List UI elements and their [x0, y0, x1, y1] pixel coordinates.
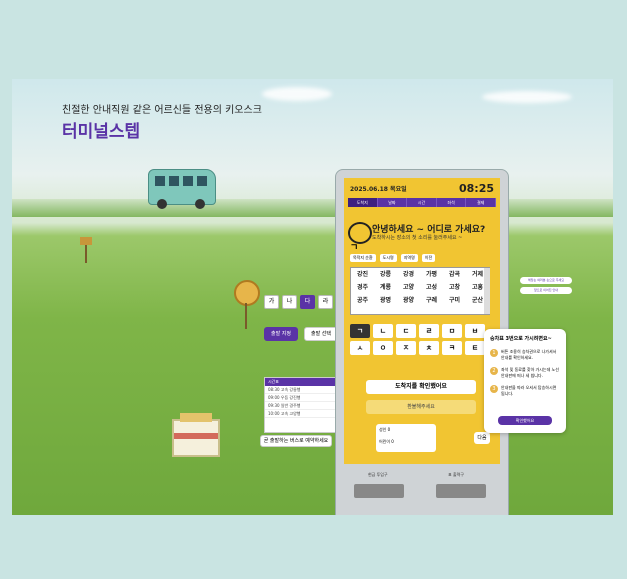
- key[interactable]: ㅈ: [396, 341, 416, 355]
- key[interactable]: ㄴ: [373, 324, 393, 338]
- ticket-booth-illustration: [172, 413, 220, 457]
- key[interactable]: ㄷ: [396, 324, 416, 338]
- status-bar: 2025.06.18 목요일 08:25: [344, 178, 500, 198]
- key-selected[interactable]: ㄱ: [350, 324, 370, 338]
- result-row: 공주 광명 광양 구례 구미 군산: [351, 294, 489, 307]
- brand-title: 터미널스텝: [62, 122, 141, 142]
- cash-slot-label: 현금 투입구: [368, 472, 388, 477]
- horizon: [12, 199, 613, 217]
- result-item[interactable]: 강릉: [380, 268, 391, 281]
- result-item[interactable]: 계룡: [380, 281, 391, 294]
- result-item[interactable]: 광명: [380, 294, 391, 307]
- cloud: [482, 91, 572, 103]
- clock: 08:25: [458, 181, 494, 195]
- result-list: 강진 강릉 강경 가평 감곡 거제 경주 계룡 고양 고성 고창 고흥 공주 광…: [350, 267, 490, 315]
- cloud: [262, 87, 332, 101]
- option[interactable]: 이전: [421, 254, 436, 262]
- result-item[interactable]: 강경: [403, 268, 414, 281]
- popup-confirm-button[interactable]: 확인했어요: [498, 416, 552, 425]
- result-item[interactable]: 공주: [357, 294, 368, 307]
- tip: 해당는 여러분 손으로 주세요: [520, 277, 572, 284]
- key[interactable]: ㅅ: [350, 341, 370, 355]
- chip[interactable]: 라: [318, 295, 333, 309]
- result-item[interactable]: 고흥: [472, 281, 483, 294]
- timetable-card: 시간표 08:30 고속 강릉행 09:00 우등 강진행 09:30 일반 경…: [264, 377, 336, 433]
- passenger-count: 성인 0 어린이 0: [376, 424, 436, 452]
- chip[interactable]: 가: [264, 295, 279, 309]
- key[interactable]: ㅌ: [465, 341, 485, 355]
- bus-stop-pole: [245, 303, 247, 329]
- table-row[interactable]: 09:30 일반 경주행: [265, 402, 335, 410]
- table-row[interactable]: 09:00 우등 강진행: [265, 394, 335, 402]
- chip[interactable]: 나: [282, 295, 297, 309]
- result-item[interactable]: 가평: [426, 268, 437, 281]
- result-item[interactable]: 구미: [449, 294, 460, 307]
- tab-date[interactable]: 날짜: [377, 198, 408, 207]
- guide-popup: 승차표 3번으로 가시려면요~ 1 버튼 조용히 승차권으로 나가셔서 안내를 확…: [484, 329, 566, 433]
- popup-title: 승차표 3번으로 가시려면요~: [490, 336, 552, 342]
- chip-selected[interactable]: 다: [300, 295, 315, 309]
- depart-set-button[interactable]: 출발 지정: [264, 327, 298, 341]
- cash-slot[interactable]: [354, 484, 404, 498]
- hero-scene: 친절한 안내직원 같은 어르신들 전용의 키오스크 터미널스텝 가 나 다 라 …: [12, 79, 613, 515]
- next-button[interactable]: 다음: [474, 432, 490, 444]
- result-row: 강진 강릉 강경 가평 감곡 거제: [351, 268, 489, 281]
- table-row[interactable]: 10:00 고속 고양행: [265, 410, 335, 418]
- signpost-board: [80, 237, 92, 245]
- option[interactable]: 목적지 순환: [350, 254, 376, 262]
- ticket-slot-label: 표 출력구: [448, 472, 464, 477]
- key[interactable]: ㅂ: [465, 324, 485, 338]
- key[interactable]: ㅇ: [373, 341, 393, 355]
- result-item[interactable]: 경주: [357, 281, 368, 294]
- date-label: 2025.06.18 목요일: [350, 185, 407, 193]
- ticket-slot[interactable]: [436, 484, 486, 498]
- key[interactable]: ㅊ: [419, 341, 439, 355]
- bus-stop-sign: [234, 280, 260, 306]
- result-item[interactable]: 고성: [426, 281, 437, 294]
- result-item[interactable]: 군산: [472, 294, 483, 307]
- key[interactable]: ㅁ: [442, 324, 462, 338]
- key[interactable]: ㅋ: [442, 341, 462, 355]
- button-row: 출발 지정 출발 선택: [264, 327, 338, 341]
- consonant-keypad: ㄱ ㄴ ㄷ ㄹ ㅁ ㅂ ㅅ ㅇ ㅈ ㅊ ㅋ ㅌ: [350, 324, 485, 355]
- popup-step: 3 안내판을 따라 오셔서 탑승하시면 됩니다.: [484, 382, 566, 400]
- result-item[interactable]: 광양: [403, 294, 414, 307]
- kiosk-screen: 2025.06.18 목요일 08:25 도착지 날짜 시간 좌석 결제 안녕하…: [344, 178, 500, 464]
- adult-count[interactable]: 성인 0: [376, 424, 436, 436]
- typed-character: ㄱ: [350, 243, 359, 253]
- confirm-destination-button[interactable]: 도착지를 확인했어요: [366, 380, 476, 394]
- kiosk: 2025.06.18 목요일 08:25 도착지 날짜 시간 좌석 결제 안녕하…: [335, 169, 509, 515]
- filter-options: 목적지 순환 도시명 지역명 이전: [350, 254, 436, 262]
- key[interactable]: ㄹ: [419, 324, 439, 338]
- bus-illustration: [148, 169, 216, 209]
- result-item[interactable]: 고양: [403, 281, 414, 294]
- scrollbar[interactable]: [484, 268, 490, 314]
- tab-time[interactable]: 시간: [407, 198, 437, 207]
- tab-payment[interactable]: 결제: [466, 198, 496, 207]
- popup-step: 1 버튼 조용히 승차권으로 나가셔서 안내를 확인하세요.: [484, 346, 566, 364]
- reserve-soon-button[interactable]: 곧 출발하는 버스로 예약하세요: [260, 435, 332, 447]
- tab-destination[interactable]: 도착지: [348, 198, 378, 207]
- step-tabs: 도착지 날짜 시간 좌석 결제: [348, 198, 496, 207]
- result-row: 경주 계룡 고양 고성 고창 고흥: [351, 281, 489, 294]
- result-item[interactable]: 고창: [449, 281, 460, 294]
- child-count[interactable]: 어린이 0: [376, 436, 436, 448]
- tips: 해당는 여러분 손으로 주세요 앞으로 이어진 안내: [520, 277, 572, 297]
- option[interactable]: 도시명: [379, 254, 397, 262]
- depart-select-button[interactable]: 출발 선택: [304, 327, 338, 341]
- result-item[interactable]: 감곡: [449, 268, 460, 281]
- result-item[interactable]: 강진: [357, 268, 368, 281]
- greeting-subtitle: 도착하시는 장소의 첫 소리를 눌러주세요 ~: [372, 235, 463, 241]
- table-row[interactable]: 08:30 고속 강릉행: [265, 386, 335, 394]
- tab-seat[interactable]: 좌석: [436, 198, 467, 207]
- result-item[interactable]: 구례: [426, 294, 437, 307]
- tip: 앞으로 이어진 안내: [520, 287, 572, 294]
- hero-tagline: 친절한 안내직원 같은 어르신들 전용의 키오스크: [62, 105, 262, 116]
- popup-step: 2 좌석 및 동료를 찾아 가시는데 노선 안내판에 떠나 세 칩니다.: [484, 364, 566, 382]
- refund-button[interactable]: 환불해주세요: [366, 400, 476, 414]
- timetable-title: 시간표: [265, 378, 335, 386]
- option[interactable]: 지역명: [400, 254, 418, 262]
- result-item[interactable]: 거제: [472, 268, 483, 281]
- kiosk-slots: 현금 투입구 표 출력구: [344, 468, 500, 508]
